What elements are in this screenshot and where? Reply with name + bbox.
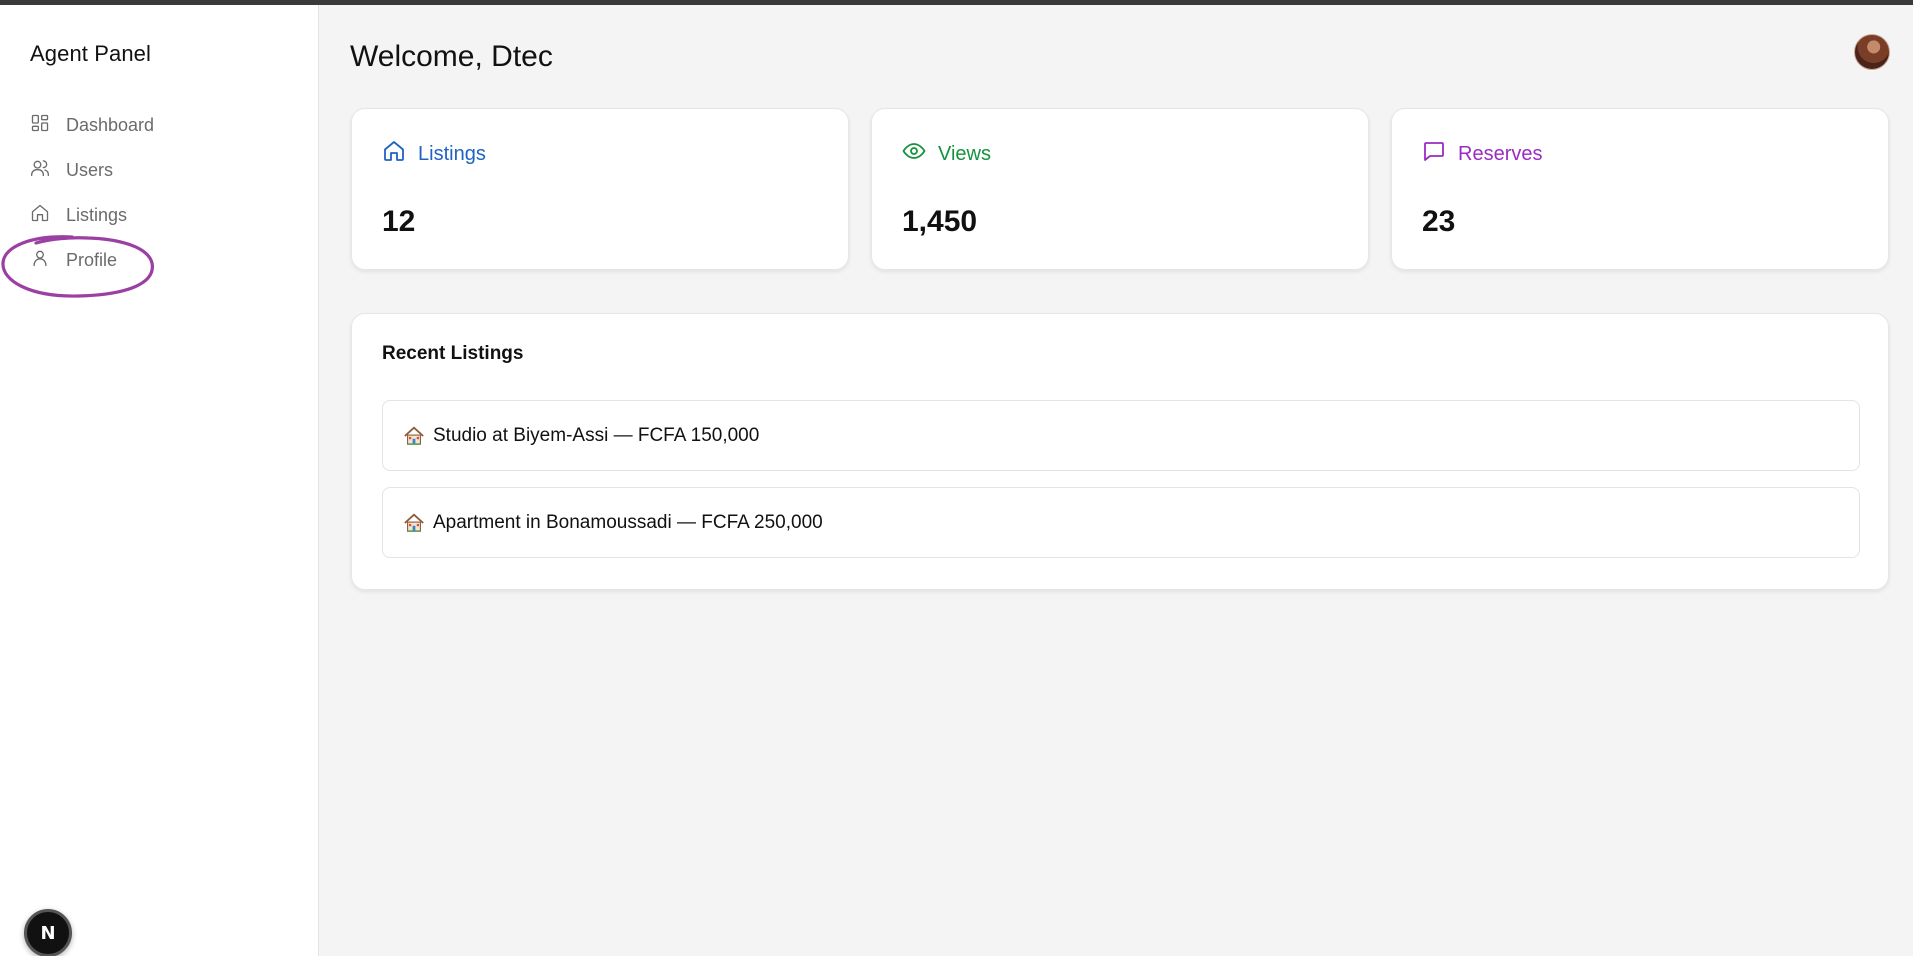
- users-icon: [30, 158, 50, 183]
- house-emoji-icon: [403, 512, 425, 534]
- chat-bubble-icon: [1422, 139, 1446, 169]
- sidebar-item-users[interactable]: Users: [30, 156, 113, 184]
- stat-card-label: Listings: [418, 142, 486, 165]
- stat-card-views: Views 1,450: [871, 108, 1369, 270]
- eye-icon: [902, 139, 926, 169]
- sidebar-item-profile[interactable]: Profile: [30, 246, 117, 274]
- sidebar-title: Agent Panel: [30, 41, 151, 66]
- sidebar-item-listings[interactable]: Listings: [30, 201, 127, 229]
- stat-card-reserves: Reserves 23: [1391, 108, 1889, 270]
- recent-listings-title: Recent Listings: [382, 343, 524, 364]
- sidebar-item-dashboard[interactable]: Dashboard: [30, 111, 154, 139]
- sidebar: Agent Panel Dashboard Users Listings Pro…: [0, 5, 319, 956]
- stat-card-value: 1,450: [902, 205, 978, 238]
- sidebar-item-label: Users: [66, 159, 114, 180]
- stat-card-value: 23: [1422, 205, 1456, 238]
- sidebar-item-label: Profile: [66, 249, 118, 270]
- stat-card-header: Listings: [382, 139, 486, 169]
- next-dev-badge[interactable]: N: [24, 909, 72, 956]
- badge-letter: N: [40, 922, 56, 944]
- stat-card-value: 12: [382, 205, 416, 238]
- sidebar-item-label: Listings: [66, 204, 128, 225]
- page-title: Welcome, Dtec: [350, 40, 553, 73]
- user-icon: [30, 248, 50, 273]
- sidebar-item-label: Dashboard: [66, 114, 155, 135]
- stat-card-listings: Listings 12: [351, 108, 849, 270]
- stat-card-label: Reserves: [1458, 142, 1543, 165]
- avatar[interactable]: [1854, 34, 1890, 70]
- stat-card-header: Reserves: [1422, 139, 1542, 169]
- stat-card-header: Views: [902, 139, 991, 169]
- list-item[interactable]: Apartment in Bonamoussadi — FCFA 250,000: [382, 487, 1860, 558]
- home-icon: [382, 139, 406, 169]
- home-icon: [30, 203, 50, 228]
- list-item-text: Apartment in Bonamoussadi — FCFA 250,000: [433, 511, 823, 533]
- recent-listings-panel: Recent Listings Studio at Biyem-Assi — F…: [351, 313, 1889, 590]
- stat-card-label: Views: [938, 142, 991, 165]
- list-item-text: Studio at Biyem-Assi — FCFA 150,000: [433, 424, 760, 446]
- list-item[interactable]: Studio at Biyem-Assi — FCFA 150,000: [382, 400, 1860, 471]
- dashboard-grid-icon: [30, 113, 50, 138]
- house-emoji-icon: [403, 425, 425, 447]
